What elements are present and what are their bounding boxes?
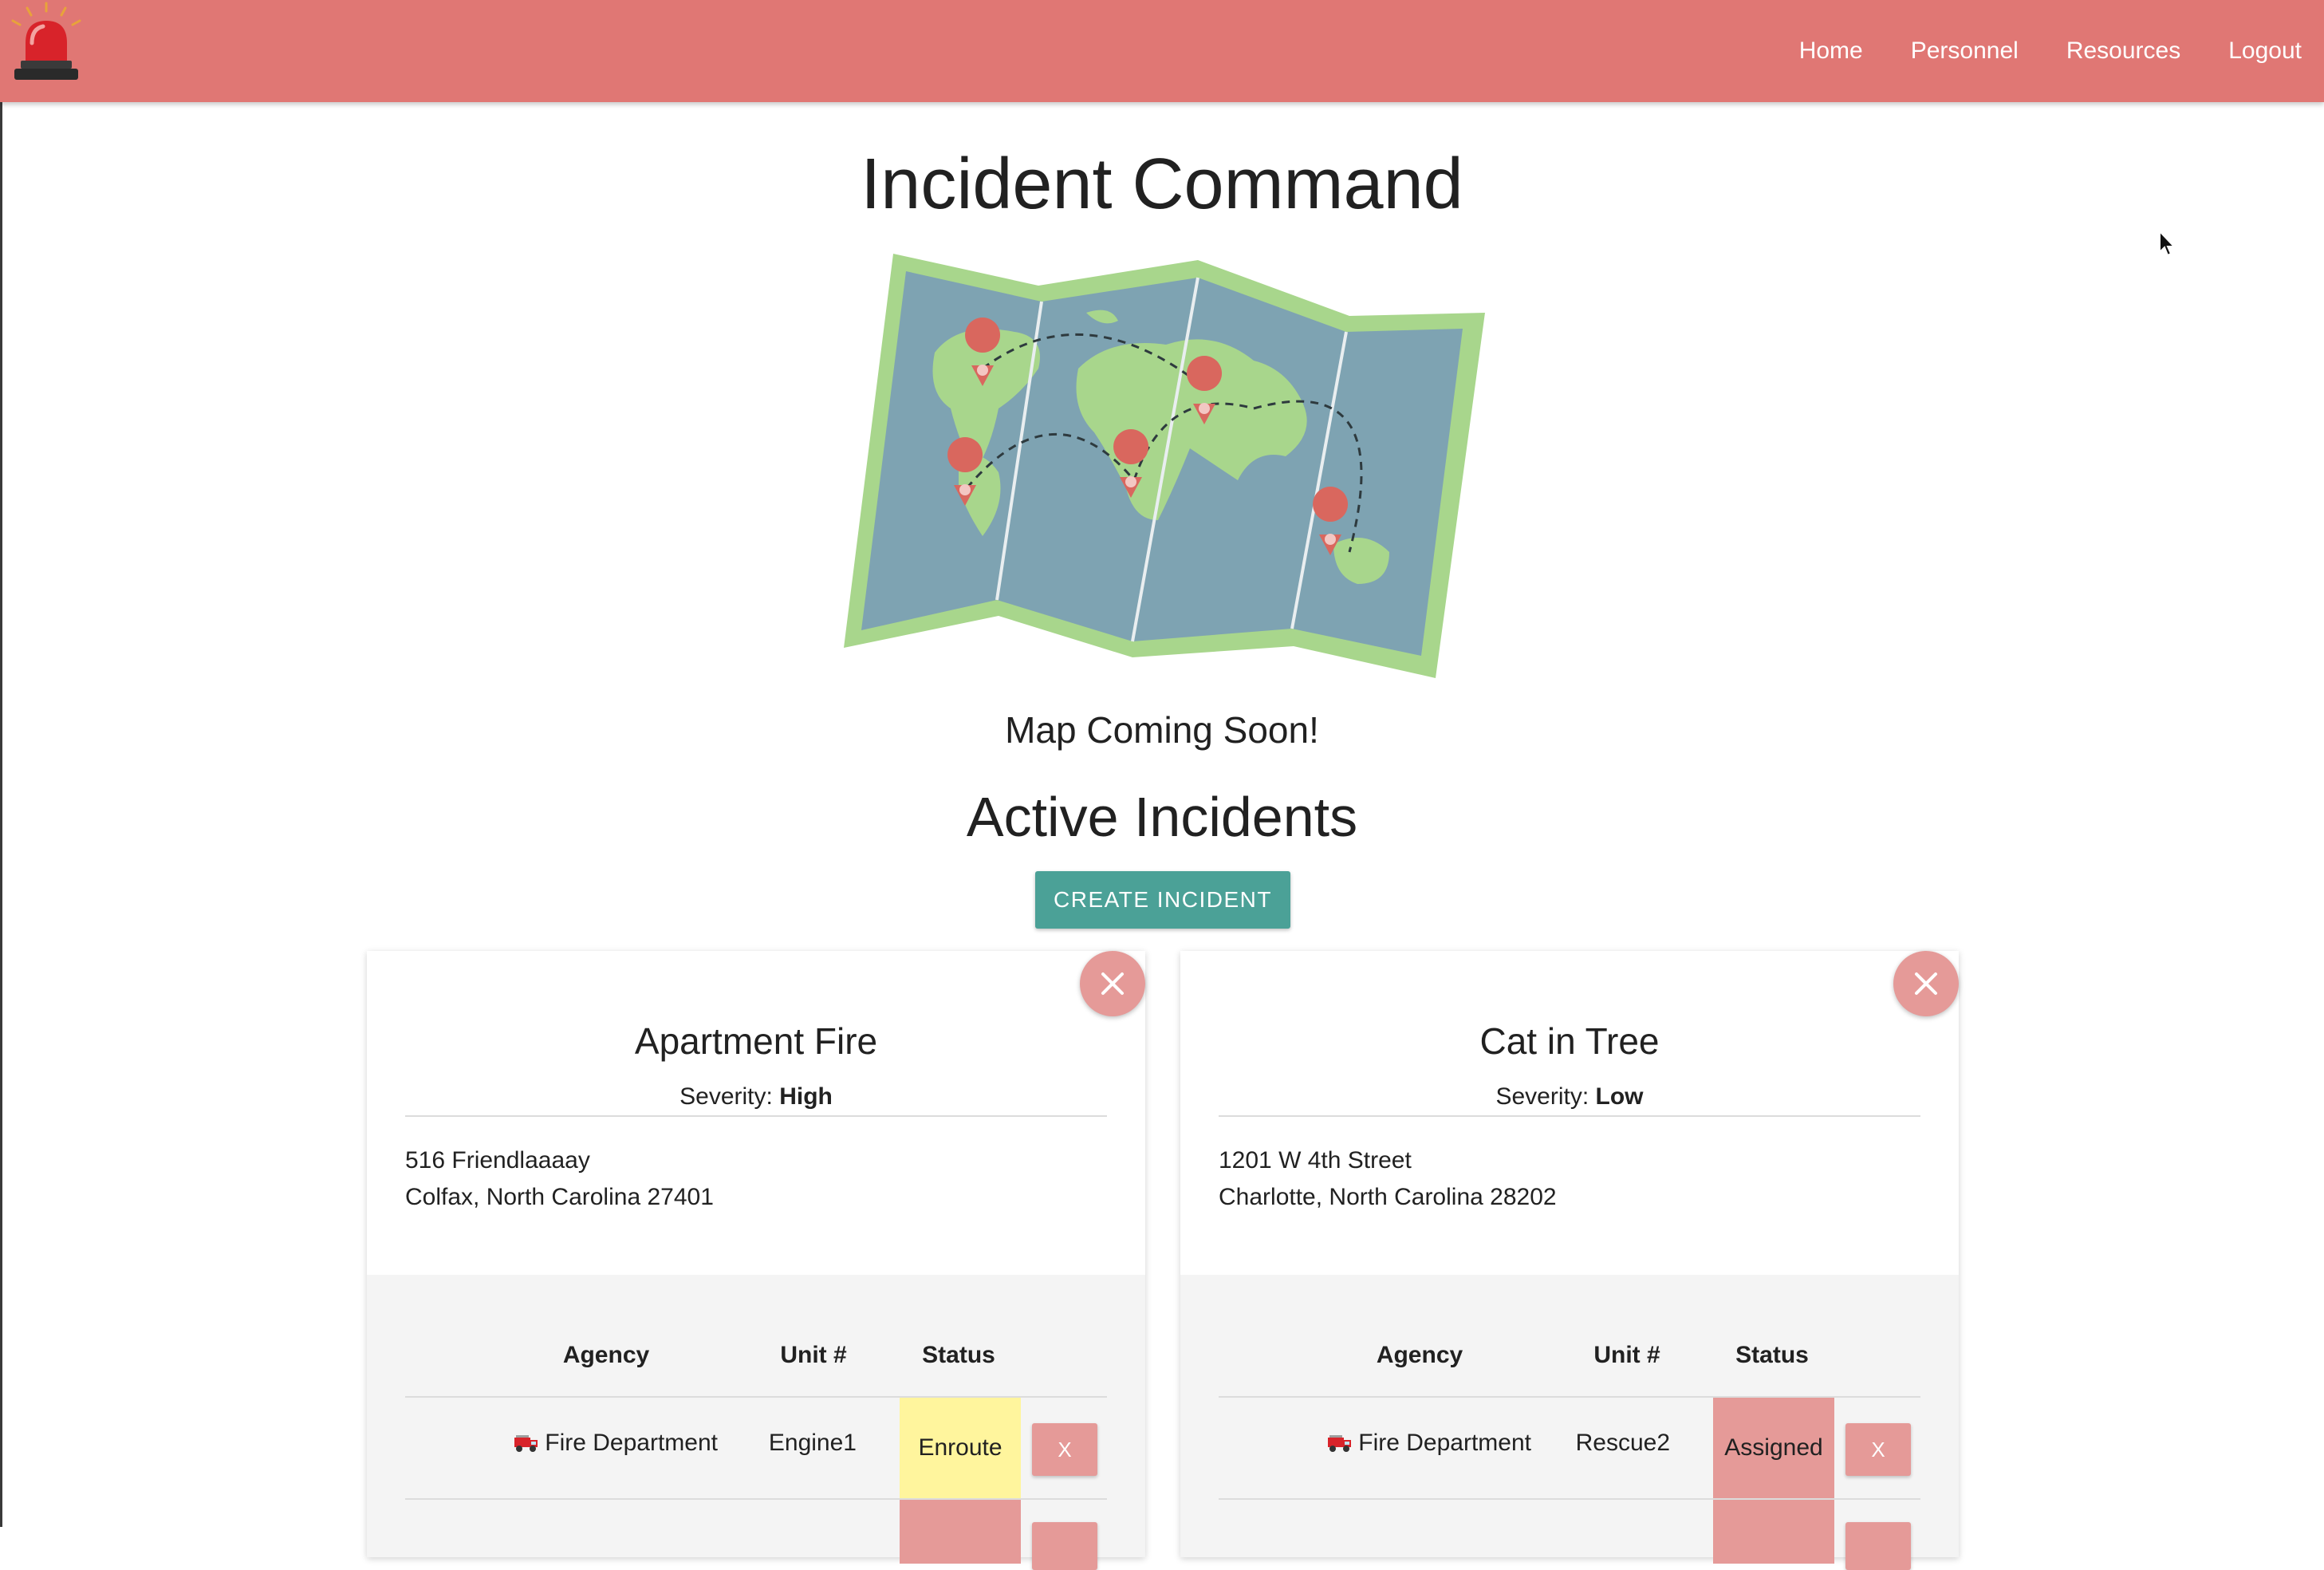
column-header-agency: Agency: [562, 1342, 650, 1368]
create-incident-button[interactable]: CREATE INCIDENT: [1035, 871, 1290, 929]
nav-home-link[interactable]: Home: [1799, 37, 1863, 65]
world-map-illustration: [844, 254, 1485, 678]
incident-units-table: [367, 1275, 1145, 1557]
unit-status-next-row: [1713, 1500, 1834, 1564]
severity-value: High: [779, 1083, 833, 1110]
nav-logout-link[interactable]: Logout: [2228, 37, 2302, 65]
incident-card-header: Apartment Fire Severity: High 516 Friend…: [367, 951, 1145, 1275]
active-incidents-heading: Active Incidents: [966, 786, 1358, 848]
top-navbar: Home Personnel Resources Logout: [0, 0, 2324, 102]
map-caption: Map Coming Soon!: [1005, 709, 1319, 751]
unit-status[interactable]: Enroute: [900, 1398, 1021, 1498]
column-header-status: Status: [1735, 1342, 1809, 1368]
close-incident-button[interactable]: [1893, 951, 1959, 1016]
severity-value: Low: [1595, 1083, 1644, 1110]
unit-agency: Fire Department: [1260, 1430, 1531, 1457]
incident-title: Apartment Fire: [634, 1020, 878, 1062]
close-icon: [1915, 972, 1937, 995]
nav-personnel-link[interactable]: Personnel: [1911, 37, 2019, 65]
incident-severity: Severity: Low: [1180, 1083, 1959, 1110]
address-line-1: 516 Friendlaaaay: [405, 1147, 590, 1174]
unit-number: Rescue2: [1575, 1430, 1670, 1456]
unit-agency: Fire Department: [447, 1430, 718, 1457]
incident-address: 1201 W 4th Street Charlotte, North Carol…: [1219, 1142, 1557, 1216]
nav-resources-link[interactable]: Resources: [2066, 37, 2180, 65]
incident-card: Apartment Fire Severity: High 516 Friend…: [367, 951, 1145, 1570]
severity-label: Severity:: [679, 1083, 773, 1110]
agency-name: Fire Department: [1358, 1430, 1531, 1456]
unit-status-next-row: [900, 1500, 1021, 1564]
incident-title: Cat in Tree: [1479, 1020, 1660, 1062]
nav-links: Home Personnel Resources Logout: [1751, 0, 2302, 102]
incident-severity: Severity: High: [367, 1083, 1145, 1110]
page-title: Incident Command: [861, 144, 1463, 224]
incident-address: 516 Friendlaaaay Colfax, North Carolina …: [405, 1142, 714, 1216]
divider: [1219, 1115, 1920, 1117]
incident-card-header: Cat in Tree Severity: Low 1201 W 4th Str…: [1180, 951, 1959, 1275]
siren-logo-icon[interactable]: [5, 2, 88, 85]
severity-label: Severity:: [1495, 1083, 1589, 1110]
address-line-1: 1201 W 4th Street: [1219, 1147, 1412, 1174]
remove-unit-button-next-row[interactable]: [1032, 1522, 1097, 1570]
fire-truck-icon: [514, 1435, 538, 1452]
fire-truck-icon: [1328, 1435, 1352, 1452]
close-icon: [1101, 972, 1124, 995]
agency-name: Fire Department: [545, 1430, 718, 1456]
remove-unit-button[interactable]: X: [1032, 1423, 1097, 1476]
incident-units-table: [1180, 1275, 1959, 1557]
incident-card: Cat in Tree Severity: Low 1201 W 4th Str…: [1180, 951, 1959, 1570]
column-header-unit: Unit #: [780, 1342, 847, 1368]
remove-unit-button[interactable]: X: [1845, 1423, 1911, 1476]
window-edge: [0, 0, 2, 1527]
column-header-status: Status: [922, 1342, 995, 1368]
mouse-cursor-icon: [2159, 230, 2176, 257]
remove-unit-button-next-row[interactable]: [1845, 1522, 1911, 1570]
address-line-2: Colfax, North Carolina 27401: [405, 1184, 714, 1210]
unit-number: Engine1: [768, 1430, 857, 1456]
column-header-unit: Unit #: [1593, 1342, 1660, 1368]
column-header-agency: Agency: [1376, 1342, 1463, 1368]
divider: [405, 1115, 1107, 1117]
close-incident-button[interactable]: [1080, 951, 1145, 1016]
unit-status[interactable]: Assigned: [1713, 1398, 1834, 1498]
address-line-2: Charlotte, North Carolina 28202: [1219, 1184, 1557, 1210]
